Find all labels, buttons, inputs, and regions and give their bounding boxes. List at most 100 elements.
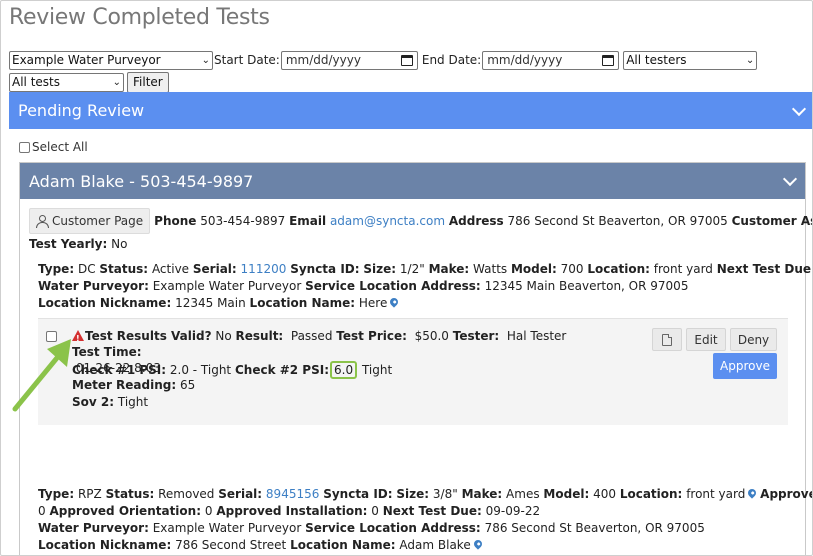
location-value: front yard — [686, 487, 746, 501]
phone-value: 503-454-9897 — [200, 214, 286, 228]
map-pin-icon[interactable] — [746, 487, 759, 499]
nickname-value: 12345 Main — [175, 296, 246, 310]
device1-line2: Water Purveyor: Example Water Purveyor S… — [38, 279, 688, 293]
check2-value: 6.0 — [334, 363, 354, 377]
edit-button[interactable]: Edit — [686, 328, 726, 351]
location-name-label: Location Name: — [249, 296, 356, 310]
testers-select[interactable]: All testers ⌄ — [623, 50, 758, 70]
pdf-button[interactable] — [652, 328, 682, 351]
chevron-down-icon: ⌄ — [112, 76, 121, 88]
check2-suffix: Tight — [361, 363, 393, 377]
test-yearly-row: Test Yearly: No — [29, 237, 127, 251]
customer-info-row: Customer Page Phone 503-454-9897 Email a… — [29, 208, 812, 234]
result-value: Passed — [290, 329, 333, 343]
location-name-value: Here — [358, 296, 388, 310]
filter-row-2: All tests ⌄ Filter — [9, 71, 169, 93]
end-date-input[interactable]: mm/dd/yyyy — [482, 50, 620, 70]
chevron-down-icon[interactable] — [782, 171, 798, 187]
pending-review-bar[interactable]: Pending Review — [9, 92, 812, 129]
annotation-arrow-icon — [12, 339, 71, 412]
serial-label: Serial: — [218, 487, 263, 501]
purveyor-select[interactable]: Example Water Purveyor ⌄ — [9, 50, 213, 70]
location-name-value: Adam Blake — [399, 538, 471, 552]
check1-label: Check #1 PSI: — [72, 363, 167, 377]
filter-row-1: Example Water Purveyor ⌄ Start Date: mm/… — [9, 49, 758, 71]
start-date-label: Start Date: — [214, 53, 280, 67]
device2-line3: Water Purveyor: Example Water Purveyor S… — [38, 521, 705, 535]
customer-name-phone: Adam Blake - 503-454-9897 — [29, 171, 254, 191]
calendar-icon[interactable] — [400, 54, 413, 66]
purveyor-value: Example Water Purveyor — [152, 279, 302, 293]
check1-value: 2.0 - Tight — [169, 363, 232, 377]
make-value: Ames — [506, 487, 540, 501]
start-date-input[interactable]: mm/dd/yyyy — [280, 50, 418, 70]
price-value: $50.0 — [414, 329, 449, 343]
serial-link[interactable]: 111200 — [241, 262, 287, 276]
select-all-checkbox[interactable] — [19, 141, 30, 153]
calendar-icon[interactable] — [602, 54, 615, 66]
location-label: Location: — [619, 487, 683, 501]
serial-label: Serial: — [192, 262, 237, 276]
customer-panel-header[interactable]: Adam Blake - 503-454-9897 — [20, 163, 805, 199]
service-address-label: Service Location Address: — [305, 279, 481, 293]
customer-assembly-label: Customer Assembly: — [731, 214, 812, 228]
tester-value: Hal Tester — [506, 329, 567, 343]
nickname-value: 786 Second Street — [175, 538, 287, 552]
meter-value: 65 — [180, 378, 196, 392]
filter-button[interactable]: Filter — [127, 71, 169, 93]
meter-label: Meter Reading: — [72, 378, 177, 392]
deny-button[interactable]: Deny — [730, 328, 777, 351]
tests-select-value: All tests — [12, 75, 60, 89]
chevron-down-icon: ⌄ — [201, 54, 210, 66]
valid-value: No — [215, 329, 232, 343]
serial-link[interactable]: 8945156 — [266, 487, 319, 501]
service-address-value: 786 Second St Beaverton, OR 97005 — [484, 521, 705, 535]
status-label: Status: — [99, 262, 149, 276]
location-label: Location: — [587, 262, 650, 276]
start-date-placeholder: mm/dd/yyyy — [285, 53, 361, 67]
customer-panel: Adam Blake - 503-454-9897 Customer Page … — [19, 162, 812, 555]
email-label: Email — [289, 214, 327, 228]
make-label: Make: — [461, 487, 503, 501]
select-all[interactable]: Select All — [19, 140, 88, 154]
size-label: Size: — [363, 262, 397, 276]
type-label: Type: — [38, 262, 75, 276]
page-title: Review Completed Tests — [9, 5, 270, 30]
approved-installation-value: 0 — [371, 504, 379, 518]
tests-select[interactable]: All tests ⌄ — [9, 72, 124, 92]
purveyor-value: Example Water Purveyor — [152, 521, 302, 535]
type-value: RPZ — [77, 487, 102, 501]
select-all-label: Select All — [32, 140, 88, 154]
test-result-card: Test Results Valid? No Result: Passed Te… — [38, 318, 788, 425]
type-label: Type: — [38, 487, 75, 501]
service-address-label: Service Location Address: — [305, 521, 481, 535]
end-date-placeholder: mm/dd/yyyy — [487, 53, 563, 67]
syncta-id-label: Syncta ID: — [290, 262, 360, 276]
type-value: DC — [77, 262, 96, 276]
sov-value: Tight — [117, 395, 149, 409]
test-yearly-value: No — [111, 237, 128, 251]
approved-orientation-value: 0 — [204, 504, 213, 518]
location-name-label: Location Name: — [290, 538, 396, 552]
email-link[interactable]: adam@syncta.com — [330, 214, 445, 228]
map-pin-icon[interactable] — [472, 538, 484, 550]
user-icon — [36, 215, 49, 228]
device1-line3: Location Nickname: 12345 Main Location N… — [38, 296, 401, 310]
map-pin-icon[interactable] — [388, 296, 401, 308]
service-address-value: 12345 Main Beaverton, OR 97005 — [484, 279, 689, 293]
make-label: Make: — [428, 262, 470, 276]
status-value: Active — [151, 262, 190, 276]
test-yearly-label: Test Yearly: — [29, 237, 108, 251]
customer-page-button[interactable]: Customer Page — [29, 208, 151, 234]
meter-row: Meter Reading: 65 — [72, 378, 195, 392]
syncta-id-label: Syncta ID: — [323, 487, 393, 501]
chevron-down-icon[interactable] — [791, 101, 807, 117]
approved-orientation-label: Approved Orientation: — [49, 504, 202, 518]
page-frame: Review Completed Tests Example Water Pur… — [0, 0, 813, 556]
approve-button[interactable]: Approve — [713, 353, 777, 379]
nickname-label: Location Nickname: — [38, 296, 172, 310]
purveyor-label: Water Purveyor: — [38, 521, 149, 535]
make-value: Watts — [473, 262, 508, 276]
next-test-label: Next Test Due: — [716, 262, 813, 276]
purveyor-label: Water Purveyor: — [38, 279, 149, 293]
